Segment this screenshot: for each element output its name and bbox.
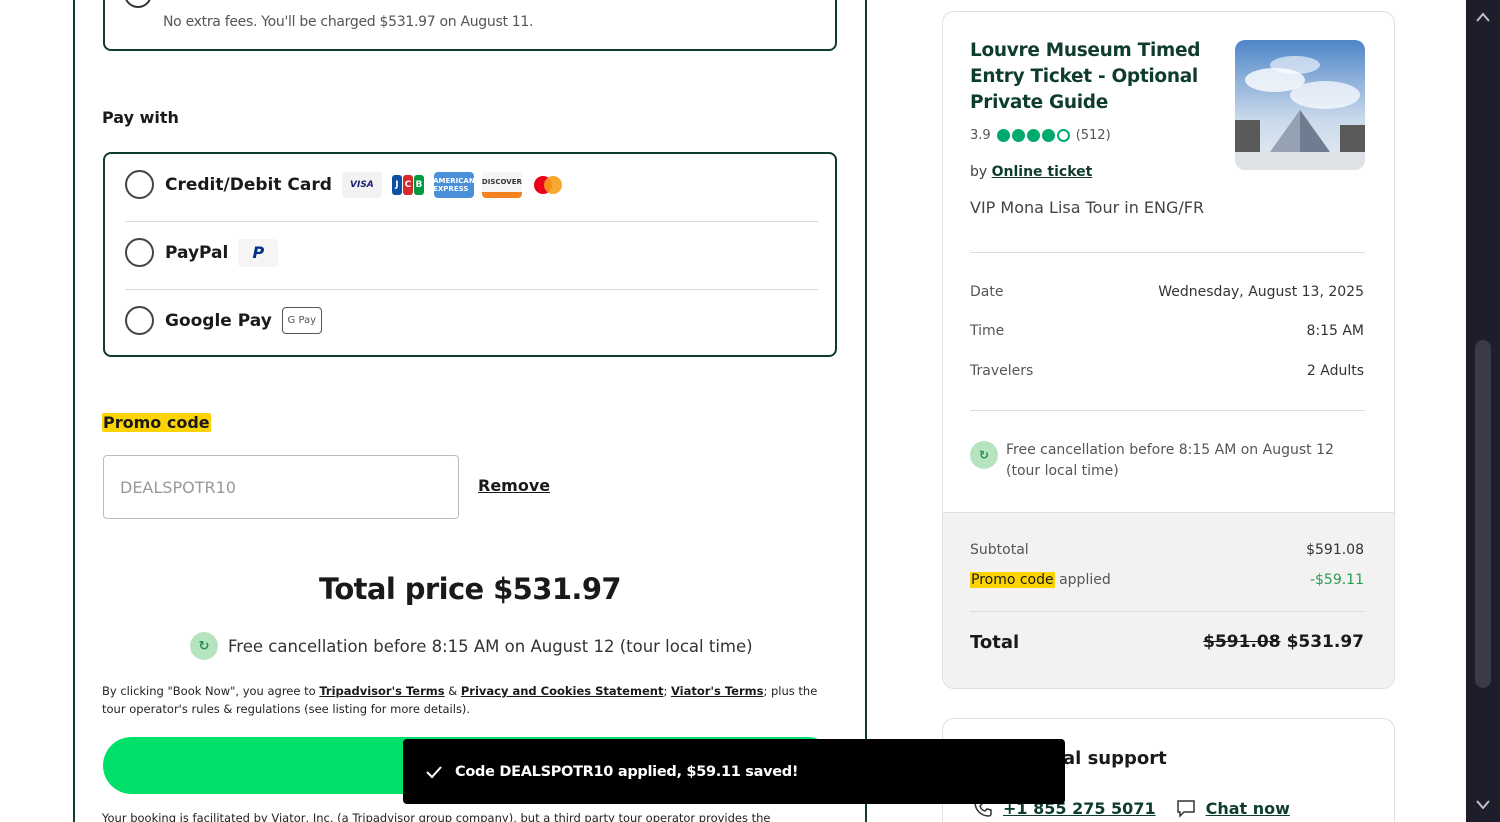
remove-promo-link[interactable]: Remove <box>478 476 550 495</box>
amex-icon: AMERICAN EXPRESS <box>433 171 475 198</box>
visa-icon: VISA <box>341 171 382 198</box>
promo-code-input[interactable] <box>103 455 459 519</box>
travelers-value: 2 Adults <box>1306 363 1364 379</box>
paypal-icon: P <box>238 238 279 267</box>
booking-facilitator-note: Your booking is facilitated by Viator, I… <box>102 811 771 822</box>
terms-text: By clicking "Book Now", you agree to Tri… <box>102 682 832 718</box>
promo-code-tag: Promo code <box>970 572 1055 588</box>
fee-note: No extra fees. You'll be charged $531.97… <box>163 14 534 30</box>
subtotal-label: Subtotal <box>970 542 1029 558</box>
cancellation-icon: ↻ <box>190 632 218 660</box>
date-label: Date <box>970 284 1004 300</box>
divider <box>970 410 1365 411</box>
paypal-label: PayPal <box>165 242 229 263</box>
review-count: (512) <box>1075 128 1111 143</box>
divider <box>125 289 818 290</box>
rating-score: 3.9 <box>970 128 991 143</box>
rating-bubble-full <box>1041 129 1055 142</box>
promo-applied-label: Promo code applied <box>970 572 1111 588</box>
jcb-icon: JCB <box>389 171 426 198</box>
toast-notification: Code DEALSPOTR10 applied, $59.11 saved! <box>403 739 1065 804</box>
google-pay-radio[interactable] <box>125 306 154 335</box>
privacy-link[interactable]: Privacy and Cookies Statement <box>461 684 664 698</box>
total-label: Total <box>970 632 1020 653</box>
discover-icon: DISCOVER <box>481 171 522 198</box>
tour-option-name: VIP Mona Lisa Tour in ENG/FR <box>970 198 1205 217</box>
free-cancellation-note: ↻ Free cancellation before 8:15 AM on Au… <box>190 632 753 660</box>
total-price: Total price $531.97 <box>319 572 622 606</box>
terms-intro: By clicking "Book Now", you agree to <box>102 684 320 698</box>
payment-option-card[interactable]: Credit/Debit Card VISA JCB AMERICAN EXPR… <box>125 170 566 199</box>
free-cancellation-text: Free cancellation before 8:15 AM on Augu… <box>228 636 753 656</box>
operator-line: by Online ticket <box>970 164 1092 180</box>
date-value: Wednesday, August 13, 2025 <box>1158 284 1364 300</box>
payment-option-google-pay[interactable]: Google Pay G Pay <box>125 306 322 335</box>
support-title: al support <box>1063 748 1167 769</box>
scroll-down-icon[interactable] <box>1474 796 1492 814</box>
time-label: Time <box>970 323 1005 339</box>
paypal-radio[interactable] <box>125 238 154 267</box>
travelers-label: Travelers <box>970 363 1034 379</box>
promo-code-label: Promo code <box>102 413 211 432</box>
promo-applied-suffix: applied <box>1054 572 1111 588</box>
pay-with-heading: Pay with <box>102 108 179 127</box>
card-radio[interactable] <box>125 170 154 199</box>
google-pay-icon: G Pay <box>281 307 322 334</box>
divider <box>970 252 1365 253</box>
summary-cancellation-text: Free cancellation before 8:15 AM on Augu… <box>1006 442 1334 479</box>
rating-bubble-full <box>1011 129 1025 142</box>
card-icons: VISA JCB AMERICAN EXPRESS DISCOVER <box>341 171 566 198</box>
time-value: 8:15 AM <box>1306 323 1364 339</box>
divider <box>970 611 1365 612</box>
operator-link[interactable]: Online ticket <box>992 164 1093 180</box>
rating-row: 3.9 (512) <box>970 128 1111 143</box>
scroll-thumb[interactable] <box>1475 340 1491 688</box>
viator-terms-link[interactable]: Viator's Terms <box>671 684 763 698</box>
payment-option-paypal[interactable]: PayPal P <box>125 238 279 267</box>
rating-bubble-full <box>996 129 1010 142</box>
discounted-total: $531.97 <box>1286 632 1364 652</box>
terms-sep: ; <box>663 684 671 698</box>
tour-title[interactable]: Louvre Museum Timed Entry Ticket - Optio… <box>970 38 1210 116</box>
tripadvisor-terms-link[interactable]: Tripadvisor's Terms <box>319 684 444 698</box>
summary-cancellation-note: ↻ Free cancellation before 8:15 AM on Au… <box>970 440 1360 482</box>
tour-image <box>1235 40 1365 170</box>
scroll-up-icon[interactable] <box>1474 8 1492 26</box>
promo-discount-value: -$59.11 <box>1309 572 1364 588</box>
total-prices: $591.08 $531.97 <box>1203 632 1364 652</box>
rating-bubbles <box>996 129 1070 142</box>
by-prefix: by <box>970 164 992 180</box>
toast-text: Code DEALSPOTR10 applied, $59.11 saved! <box>455 763 799 780</box>
subtotal-value: $591.08 <box>1306 542 1364 558</box>
chat-now-link[interactable]: Chat now <box>1206 799 1290 818</box>
price-breakdown <box>943 512 1394 688</box>
payment-method-box: Credit/Debit Card VISA JCB AMERICAN EXPR… <box>103 152 837 357</box>
terms-amp: & <box>444 684 461 698</box>
scrollbar[interactable] <box>1466 0 1500 822</box>
rating-bubble-empty <box>1056 129 1070 142</box>
cancellation-icon: ↻ <box>970 441 998 469</box>
google-pay-label: Google Pay <box>165 310 272 331</box>
check-icon <box>426 765 442 778</box>
card-label: Credit/Debit Card <box>165 174 332 195</box>
rating-bubble-full <box>1026 129 1040 142</box>
original-total: $591.08 <box>1203 632 1281 652</box>
chat-icon <box>1176 800 1195 818</box>
mastercard-icon <box>529 171 566 198</box>
divider <box>125 221 818 222</box>
